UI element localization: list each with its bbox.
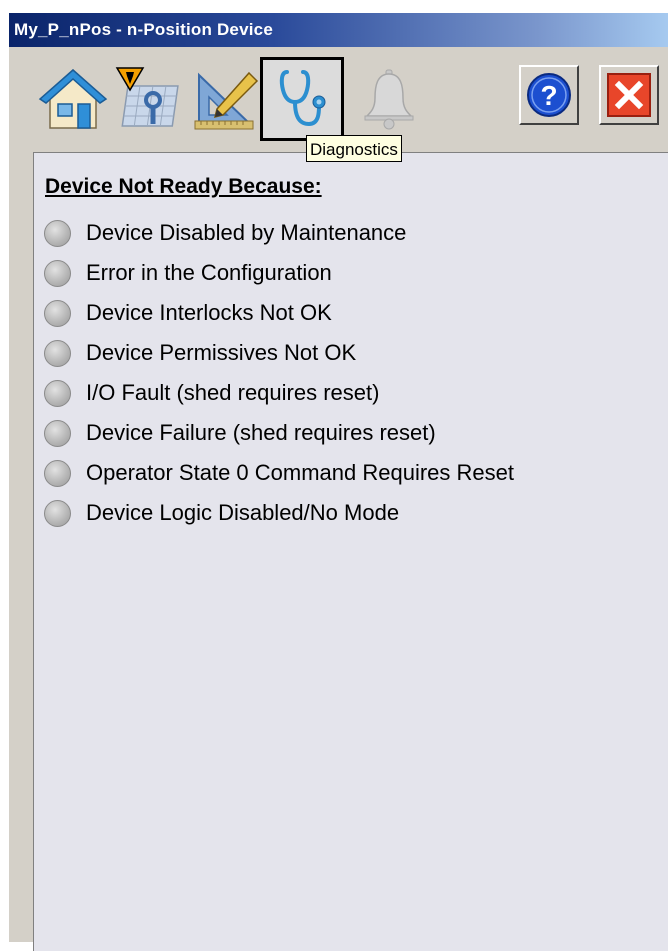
close-button[interactable] <box>599 65 659 125</box>
status-indicator-icon <box>44 339 71 367</box>
engineering-icon <box>194 71 259 130</box>
help-icon: ? <box>527 73 571 117</box>
status-indicator-icon <box>44 299 71 327</box>
status-indicator-icon <box>44 259 71 287</box>
reason-config-error: Error in the Configuration <box>44 253 514 293</box>
reason-interlocks: Device Interlocks Not OK <box>44 293 514 333</box>
status-indicator-icon <box>44 219 71 247</box>
title-bar[interactable]: My_P_nPos - n-Position Device <box>9 13 668 47</box>
reason-label: I/O Fault (shed requires reset) <box>86 380 380 405</box>
diagnostics-tooltip: Diagnostics <box>306 135 402 162</box>
reason-device-failure: Device Failure (shed requires reset) <box>44 413 514 453</box>
window-title: My_P_nPos - n-Position Device <box>14 20 273 39</box>
reason-operator-state-0: Operator State 0 Command Requires Reset <box>44 453 514 493</box>
reason-label: Device Logic Disabled/No Mode <box>86 500 400 525</box>
close-icon <box>607 73 651 117</box>
toolbar: ? <box>9 47 668 143</box>
home-icon <box>38 68 108 129</box>
diagnostics-panel: Device Not Ready Because: Device Disable… <box>33 152 668 951</box>
reason-label: Device Interlocks Not OK <box>86 300 332 325</box>
status-indicator-icon <box>44 379 71 407</box>
home-tab-button[interactable] <box>31 57 115 141</box>
alarms-tab-button[interactable] <box>347 57 431 141</box>
not-ready-heading: Device Not Ready Because: <box>45 175 322 198</box>
reason-label: Error in the Configuration <box>86 260 332 285</box>
status-indicator-icon <box>44 419 71 447</box>
alarms-bell-icon <box>364 69 414 130</box>
reason-io-fault: I/O Fault (shed requires reset) <box>44 373 514 413</box>
svg-text:?: ? <box>540 80 557 111</box>
reason-label: Operator State 0 Command Requires Reset <box>86 460 514 485</box>
diagnostics-tab-button[interactable] <box>260 57 344 141</box>
faceplate-window: My_P_nPos - n-Position Device ? Device N… <box>8 12 668 951</box>
engineering-tab-button[interactable] <box>185 57 269 141</box>
maintenance-tab-button[interactable] <box>107 57 191 141</box>
reason-label: Device Permissives Not OK <box>86 340 357 365</box>
reason-label: Device Failure (shed requires reset) <box>86 420 436 445</box>
reason-device-disabled: Device Disabled by Maintenance <box>44 213 514 253</box>
reason-logic-disabled: Device Logic Disabled/No Mode <box>44 493 514 533</box>
reason-label: Device Disabled by Maintenance <box>86 220 407 245</box>
diagnostics-icon <box>279 70 326 127</box>
help-button[interactable]: ? <box>519 65 579 125</box>
not-ready-reason-list: Device Disabled by Maintenance Error in … <box>44 213 514 533</box>
status-indicator-icon <box>44 499 71 527</box>
status-indicator-icon <box>44 459 71 487</box>
reason-permissives: Device Permissives Not OK <box>44 333 514 373</box>
maintenance-icon <box>115 67 179 127</box>
